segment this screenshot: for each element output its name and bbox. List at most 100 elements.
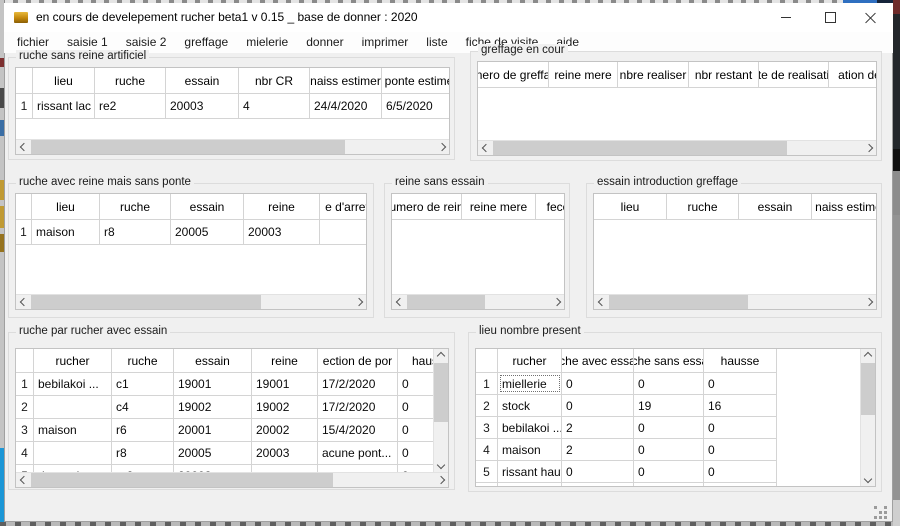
row-number[interactable]: 4 (16, 442, 34, 464)
horizontal-scrollbar[interactable] (594, 294, 876, 309)
table-cell[interactable]: 17/2/2020 (318, 373, 398, 395)
table-cell[interactable]: 19001 (174, 373, 252, 395)
column-header[interactable]: feco (536, 194, 565, 219)
table-cell[interactable]: 20002 (252, 419, 318, 441)
table-essain-introduction-greffage[interactable]: lieurucheessainnaiss estimer (593, 193, 877, 310)
row-number[interactable]: 5 (476, 461, 498, 482)
column-header[interactable]: essain (739, 194, 812, 219)
table-lieu-nombre-present[interactable]: rucherche avec essaiche sans essahausse1… (475, 348, 876, 487)
scroll-left-button[interactable] (594, 295, 609, 309)
menu-item-liste[interactable]: liste (417, 32, 456, 53)
scroll-down-button[interactable] (861, 472, 876, 486)
row-header-corner[interactable] (16, 349, 34, 372)
table-row[interactable]: 1maisonr82000520003 (16, 220, 367, 245)
column-header[interactable]: ection de por (318, 349, 398, 372)
table-reine-sans-essain[interactable]: umero de reinreine merefeco (391, 193, 565, 310)
menu-item-greffage[interactable]: greffage (175, 32, 237, 53)
table-cell[interactable]: 0 (562, 461, 634, 482)
table-cell[interactable]: 20005 (171, 220, 244, 244)
scroll-right-button[interactable] (434, 140, 449, 154)
horizontal-scrollbar[interactable] (16, 294, 366, 309)
table-cell[interactable]: bebilakoi ... (34, 373, 112, 395)
column-header[interactable]: iche sans essa (634, 349, 704, 372)
table-row[interactable]: 3bebilakoi ...200 (476, 417, 777, 439)
table-row[interactable]: 2c4190021900217/2/20200 (16, 396, 449, 419)
table-cell[interactable]: 19002 (174, 396, 252, 418)
table-cell[interactable]: maison (498, 439, 562, 460)
table-cell[interactable]: c1 (112, 373, 174, 395)
column-header[interactable]: reine mere (462, 194, 536, 219)
table-cell[interactable]: 6/5/2020 (382, 94, 450, 118)
menu-item-donner[interactable]: donner (297, 32, 352, 53)
scroll-left-button[interactable] (16, 295, 31, 309)
row-number[interactable]: 1 (476, 373, 498, 394)
scrollbar-thumb[interactable] (31, 473, 333, 488)
close-button[interactable] (848, 3, 893, 32)
scrollbar-thumb[interactable] (493, 141, 787, 156)
scroll-down-button[interactable] (434, 458, 449, 472)
table-cell[interactable]: acune pont... (318, 442, 398, 464)
row-number[interactable]: 4 (476, 439, 498, 460)
column-header[interactable]: hausse (704, 349, 777, 372)
column-header[interactable]: che avec essa (562, 349, 634, 372)
column-header[interactable]: ponte estime (382, 68, 450, 93)
scrollbar-thumb[interactable] (434, 363, 449, 422)
table-ruche-avec-reine-mais-sans-ponte[interactable]: lieurucheessainreinee d'arret1maisonr820… (15, 193, 367, 310)
table-greffage-en-cour[interactable]: nero de greffareine merenbre realisernbr… (477, 61, 877, 156)
column-header[interactable]: nbr CR (239, 68, 310, 93)
table-cell[interactable]: rissant haut (498, 461, 562, 482)
table-cell[interactable]: 20003 (252, 442, 318, 464)
table-cell[interactable]: 0 (704, 461, 777, 482)
row-header-corner[interactable] (476, 349, 498, 372)
column-header[interactable]: ruche (667, 194, 739, 219)
column-header[interactable]: essain (174, 349, 252, 372)
resize-grip[interactable] (874, 506, 877, 509)
menu-item-imprimer[interactable]: imprimer (353, 32, 418, 53)
table-cell[interactable]: re2 (95, 94, 166, 118)
table-row[interactable]: 4maison200 (476, 439, 777, 461)
vertical-scrollbar[interactable] (860, 349, 875, 486)
scrollbar-thumb[interactable] (31, 140, 345, 155)
table-row[interactable]: 3maisonr6200012000215/4/20200 (16, 419, 449, 442)
scroll-right-button[interactable] (433, 473, 448, 487)
horizontal-scrollbar[interactable] (16, 472, 448, 487)
table-cell[interactable]: 16 (704, 395, 777, 416)
table-cell[interactable]: r8 (100, 220, 171, 244)
row-number[interactable]: 2 (476, 395, 498, 416)
scrollbar-thumb[interactable] (31, 295, 261, 310)
column-header[interactable]: naiss estimer (310, 68, 382, 93)
column-header[interactable]: essain (166, 68, 239, 93)
horizontal-scrollbar[interactable] (392, 294, 564, 309)
table-cell[interactable]: 19001 (252, 373, 318, 395)
column-header[interactable]: ruche (100, 194, 171, 219)
table-cell[interactable]: bebilakoi ... (498, 417, 562, 438)
row-number[interactable]: 1 (16, 373, 34, 395)
scroll-up-button[interactable] (861, 349, 876, 363)
table-cell[interactable]: miellerie (498, 373, 562, 394)
table-row[interactable]: 1miellerie000 (476, 373, 777, 395)
scroll-up-button[interactable] (434, 349, 449, 363)
column-header[interactable]: lieu (33, 68, 95, 93)
table-cell[interactable]: 17/2/2020 (318, 396, 398, 418)
scroll-right-button[interactable] (549, 295, 564, 309)
table-cell[interactable]: 20001 (174, 419, 252, 441)
table-cell[interactable]: 2 (562, 417, 634, 438)
table-cell[interactable]: stock (498, 395, 562, 416)
column-header[interactable]: ruche (95, 68, 166, 93)
horizontal-scrollbar[interactable] (16, 139, 449, 154)
table-cell[interactable]: 0 (634, 461, 704, 482)
title-bar[interactable]: en cours de develepement rucher beta1 v … (4, 3, 893, 32)
table-cell[interactable]: c4 (112, 396, 174, 418)
table-row[interactable]: 5rissant haut000 (476, 461, 777, 483)
row-number[interactable]: 3 (16, 419, 34, 441)
column-header[interactable]: essain (171, 194, 244, 219)
column-header[interactable]: umero de rein (392, 194, 462, 219)
column-header[interactable]: nbr restant (689, 62, 759, 87)
table-cell[interactable]: r8 (112, 442, 174, 464)
table-cell[interactable]: 15/4/2020 (318, 419, 398, 441)
scrollbar-thumb[interactable] (609, 295, 748, 310)
column-header[interactable]: reine mere (549, 62, 618, 87)
scrollbar-thumb[interactable] (861, 363, 876, 415)
table-cell[interactable]: 20005 (174, 442, 252, 464)
vertical-scrollbar[interactable] (433, 349, 448, 472)
